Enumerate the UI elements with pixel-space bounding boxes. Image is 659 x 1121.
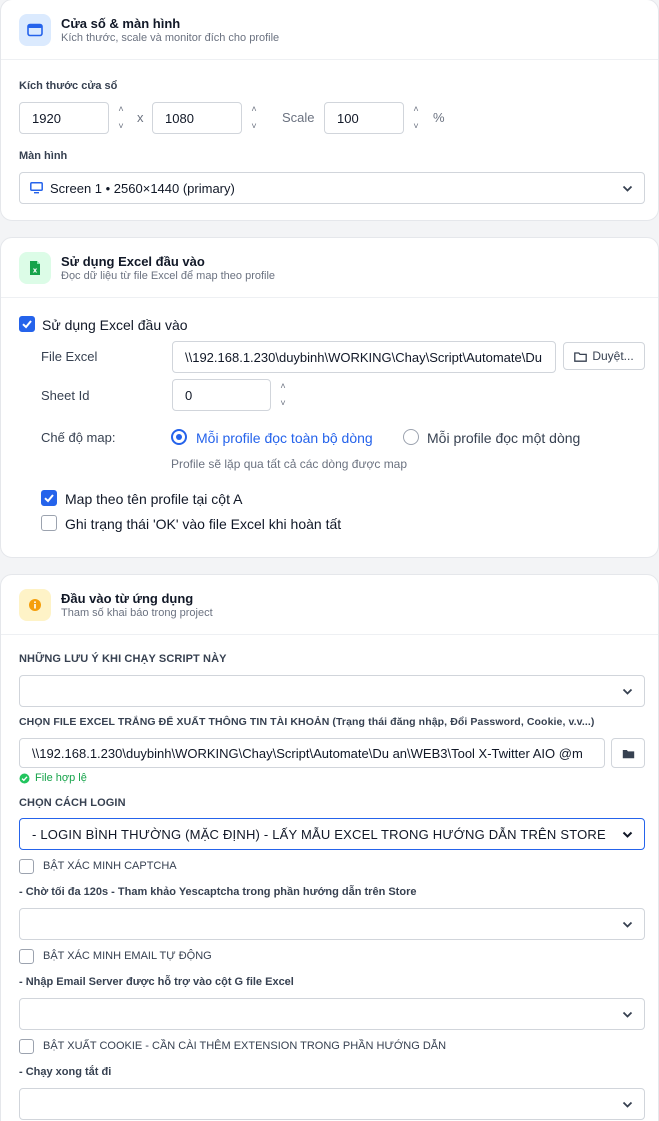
window-card: Cửa số & màn hình Kích thước, scale và m… [0,0,659,221]
scale-stepper[interactable]: ˄ ˅ [409,103,423,133]
notes-select[interactable] [19,675,645,707]
chevron-down-icon[interactable]: ˅ [413,120,418,133]
chevron-up-icon[interactable]: ˄ [118,103,123,116]
login-method-label: CHỌN CÁCH LOGIN [19,797,126,809]
captcha-select[interactable] [19,908,645,940]
chevron-up-icon[interactable]: ˄ [251,103,256,116]
email-verify-select[interactable] [19,998,645,1030]
file-valid-text: File hợp lệ [35,772,87,784]
chevron-down-icon[interactable]: ˅ [280,397,285,410]
chevron-up-icon[interactable]: ˄ [280,380,285,393]
app-card-title: Đầu vào từ ứng dụng [61,591,194,606]
cookie-export-select[interactable] [19,1088,645,1120]
browse-button[interactable]: Duyệt... [563,342,645,370]
login-method-select[interactable]: - LOGIN BÌNH THƯỜNG (MẶC ĐỊNH) - LẤY MẪU… [19,818,645,850]
sheet-id-label: Sheet Id [41,388,90,403]
map-by-name-checkbox[interactable] [41,490,57,506]
map-mode-label: Chế độ map: [41,430,116,445]
excel-card: x Sử dụng Excel đầu vào Đọc dữ liệu từ f… [0,237,659,558]
window-height-stepper[interactable]: ˄ ˅ [247,103,261,133]
file-excel-input[interactable]: \\192.168.1.230\duybinh\WORKING\Chay\Scr… [172,341,556,373]
excel-card-title: Sử dụng Excel đầu vào [61,254,205,269]
window-card-title: Cửa số & màn hình [61,16,181,31]
write-ok-label[interactable]: Ghi trạng thái 'OK' vào file Excel khi h… [65,516,341,532]
chevron-down-icon [622,1011,633,1018]
map-by-name-label[interactable]: Map theo tên profile tại cột A [65,491,242,507]
captcha-checkbox[interactable] [19,859,34,874]
captcha-hint: - Chờ tối đa 120s - Tham khảo Yescaptcha… [19,886,417,898]
monitor-value: Screen 1 • 2560×1440 (primary) [50,180,235,196]
login-method-value: - LOGIN BÌNH THƯỜNG (MẶC ĐỊNH) - LẤY MẪU… [32,826,606,842]
app-input-card: Đầu vào từ ứng dụng Tham số khai báo tro… [0,574,659,1121]
use-excel-checkbox[interactable] [19,316,35,332]
monitor-label: Màn hình [19,150,68,162]
browse-label: Duyệt... [592,349,634,363]
app-card-subtitle: Tham số khai báo trong project [61,607,213,619]
radio-read-one-row[interactable] [403,429,419,445]
folder-icon [622,749,634,758]
sheet-id-stepper[interactable]: ˄ ˅ [276,380,290,410]
folder-icon [574,351,588,362]
check-circle-icon [19,773,30,783]
svg-text:x: x [33,267,38,275]
chevron-down-icon [622,921,633,928]
chevron-down-icon[interactable]: ˅ [118,120,123,133]
chevron-up-icon[interactable]: ˄ [413,103,418,116]
email-verify-label[interactable]: BẬT XÁC MINH EMAIL TỰ ĐỘNG [43,950,212,962]
window-height-input[interactable]: 1080 [152,102,242,134]
app-card-header: Đầu vào từ ứng dụng Tham số khai báo tro… [1,575,658,635]
map-mode-hint: Profile sẽ lặp qua tất cả các dòng được … [171,457,408,471]
scale-input[interactable]: 100 [324,102,404,134]
window-card-header: Cửa số & màn hình Kích thước, scale và m… [1,0,658,60]
chevron-down-icon [622,831,633,838]
monitor-icon [30,182,43,194]
use-excel-label[interactable]: Sử dụng Excel đầu vào [42,317,188,333]
window-icon [19,14,51,46]
excel-export-browse-button[interactable] [611,738,645,768]
captcha-label[interactable]: BẬT XÁC MINH CAPTCHA [43,860,177,872]
check-icon [22,320,32,329]
scale-label: Scale [282,110,315,125]
excel-export-label: CHỌN FILE EXCEL TRẮNG ĐỂ XUẤT THÔNG TIN … [19,716,595,728]
monitor-select[interactable]: Screen 1 • 2560×1440 (primary) [19,172,645,204]
notes-label: NHỮNG LƯU Ý KHI CHẠY SCRIPT NÀY [19,653,227,665]
check-icon [44,494,54,503]
radio-read-one-label[interactable]: Mỗi profile đọc một dòng [427,430,580,446]
excel-card-subtitle: Đọc dữ liệu từ file Excel để map theo pr… [61,270,276,282]
chevron-down-icon [622,185,633,192]
radio-read-all-label[interactable]: Mỗi profile đọc toàn bộ dòng [196,430,373,446]
email-verify-checkbox[interactable] [19,949,34,964]
email-verify-hint: - Nhập Email Server được hỗ trợ vào cột … [19,976,294,988]
cookie-export-checkbox[interactable] [19,1039,34,1054]
excel-card-header: x Sử dụng Excel đầu vào Đọc dữ liệu từ f… [1,238,658,298]
sheet-id-input[interactable]: 0 [172,379,271,411]
excel-icon: x [19,252,51,284]
chevron-down-icon[interactable]: ˅ [251,120,256,133]
chevron-down-icon [622,688,633,695]
window-card-subtitle: Kích thước, scale và monitor đích cho pr… [61,32,280,44]
window-width-input[interactable]: 1920 [19,102,109,134]
window-size-label: Kích thước cửa sổ [19,80,118,92]
cookie-export-hint: - Chạy xong tắt đi [19,1066,112,1078]
file-excel-label: File Excel [41,349,98,364]
chevron-down-icon [622,1101,633,1108]
window-width-stepper[interactable]: ˄ ˅ [114,103,128,133]
file-valid-status: File hợp lệ [19,772,87,784]
times-sign: x [137,110,144,125]
info-icon [19,589,51,621]
excel-export-input[interactable]: \\192.168.1.230\duybinh\WORKING\Chay\Scr… [19,738,605,768]
radio-read-all-rows[interactable] [171,429,187,445]
cookie-export-label[interactable]: BẬT XUẤT COOKIE - CẦN CÀI THÊM EXTENSION… [43,1040,446,1052]
percent-sign: % [433,110,445,125]
write-ok-checkbox[interactable] [41,515,57,531]
